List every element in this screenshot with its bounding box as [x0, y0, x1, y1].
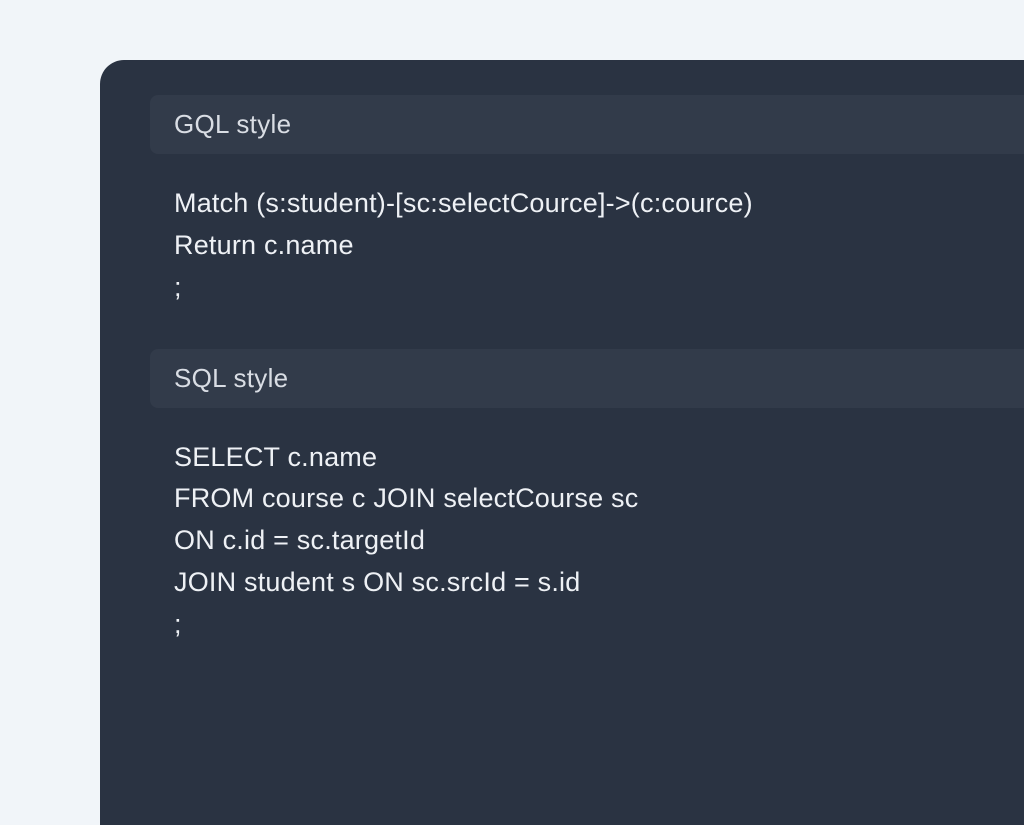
- code-line: ON c.id = sc.targetId: [174, 520, 1000, 562]
- section-header-gql: GQL style: [150, 95, 1024, 154]
- section-title: GQL style: [174, 109, 1000, 140]
- code-line: Return c.name: [174, 225, 1000, 267]
- code-line: JOIN student s ON sc.srcId = s.id: [174, 562, 1000, 604]
- code-line: FROM course c JOIN selectCourse sc: [174, 478, 1000, 520]
- section-header-sql: SQL style: [150, 349, 1024, 408]
- code-block-sql: SELECT c.name FROM course c JOIN selectC…: [150, 432, 1024, 670]
- code-line: ;: [174, 604, 1000, 646]
- code-line: ;: [174, 267, 1000, 309]
- code-line: Match (s:student)-[sc:selectCource]->(c:…: [174, 183, 1000, 225]
- code-line: SELECT c.name: [174, 437, 1000, 479]
- section-title: SQL style: [174, 363, 1000, 394]
- code-block-gql: Match (s:student)-[sc:selectCource]->(c:…: [150, 178, 1024, 333]
- code-comparison-panel: GQL style Match (s:student)-[sc:selectCo…: [100, 60, 1024, 825]
